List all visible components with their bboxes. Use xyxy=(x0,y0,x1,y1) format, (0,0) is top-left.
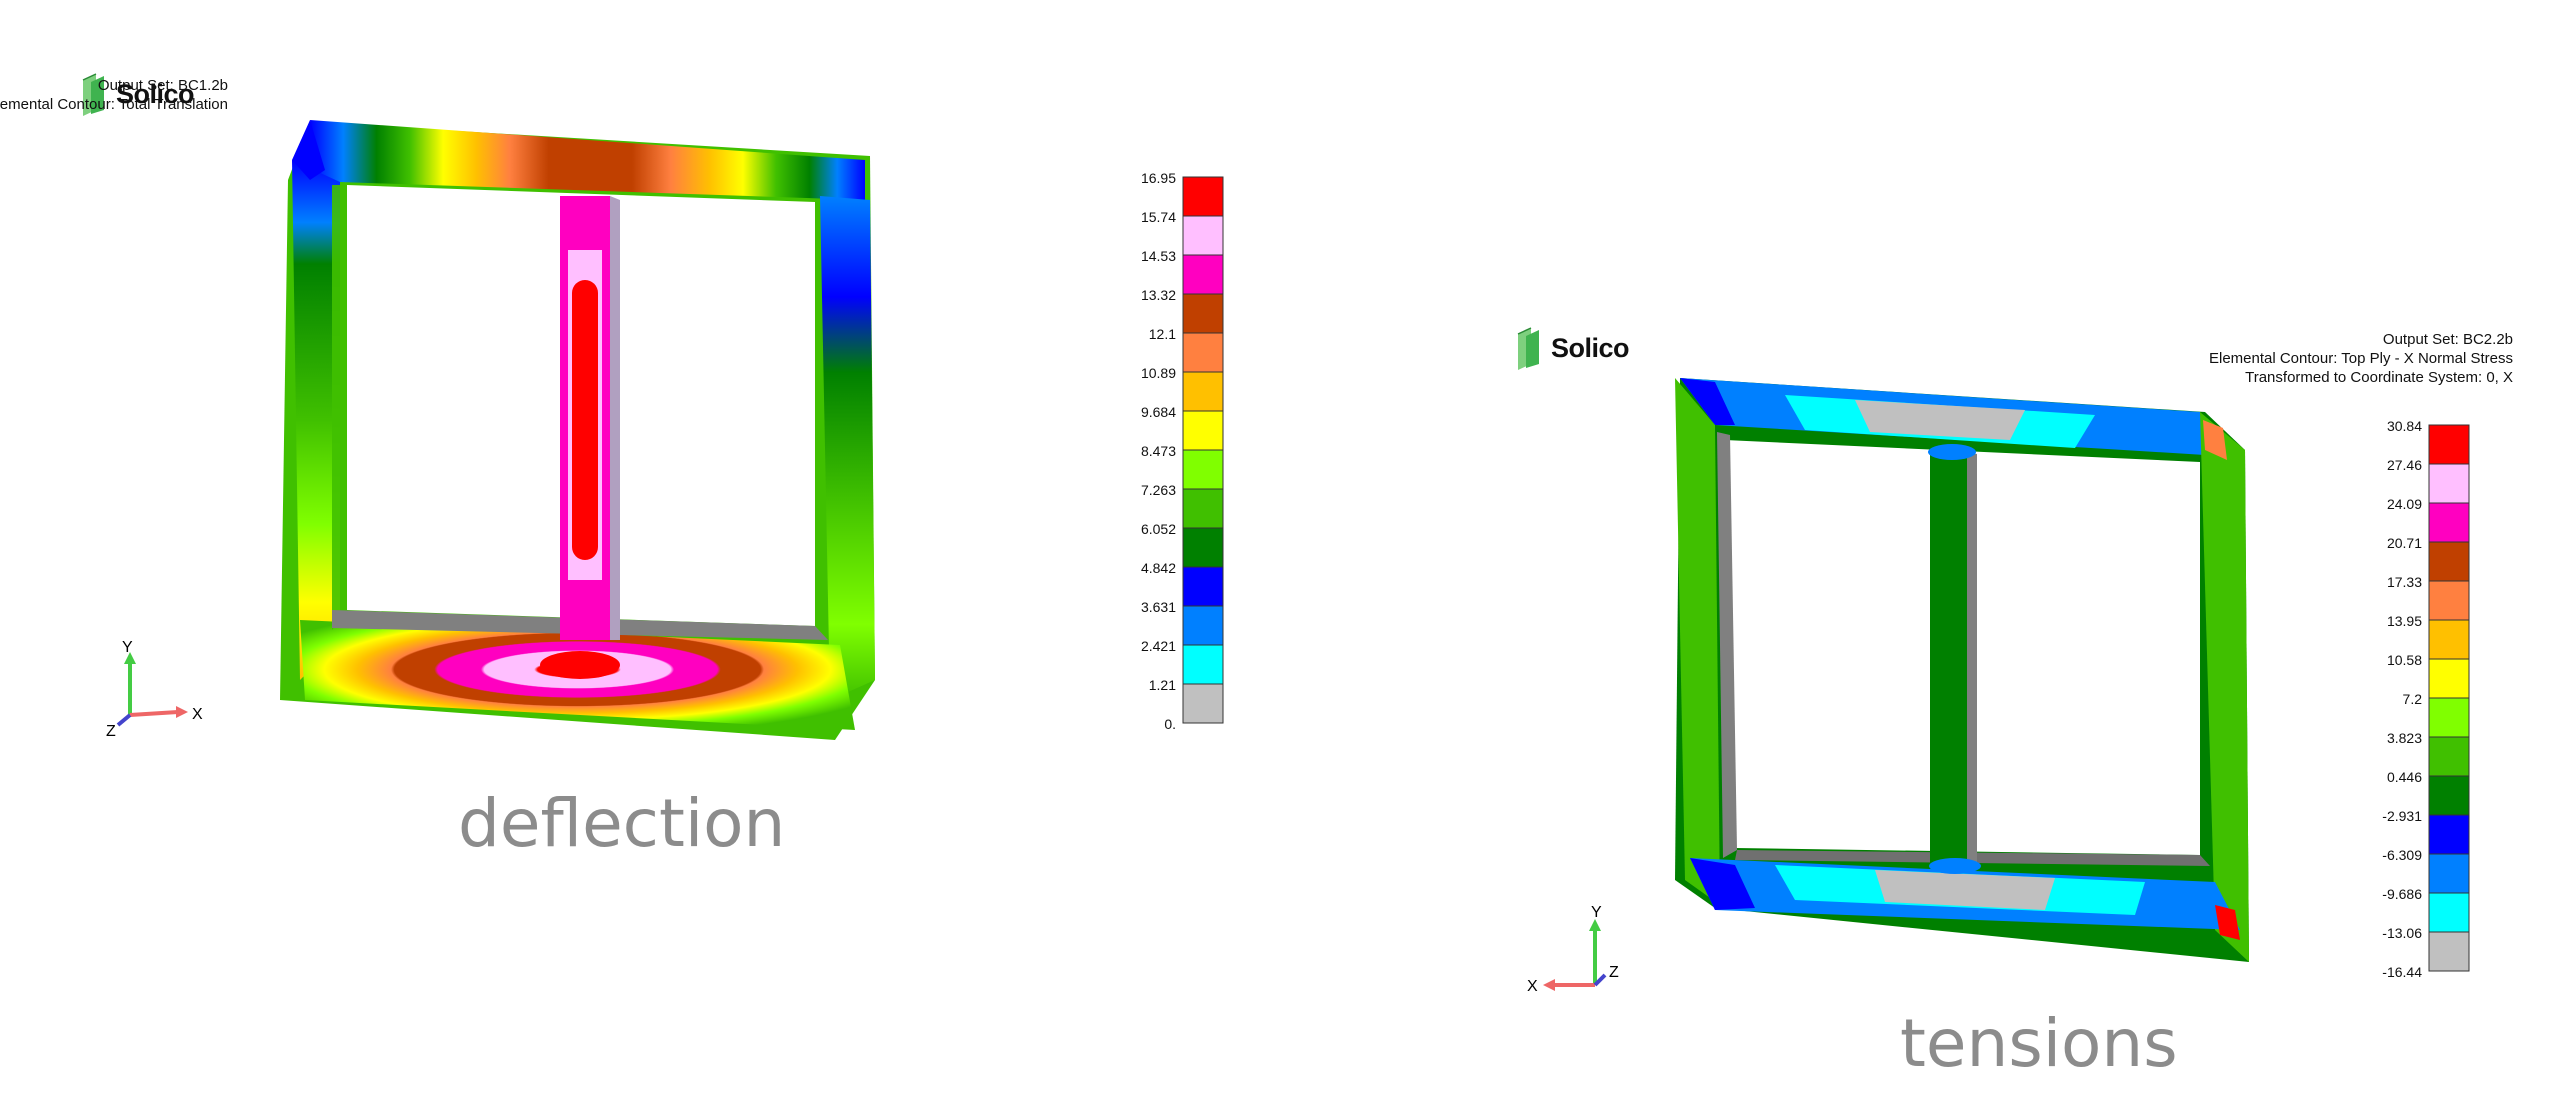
scale-label: -2.931 xyxy=(2382,808,2422,824)
scale-swatch xyxy=(2428,463,2470,504)
scale-swatch xyxy=(2428,814,2470,855)
tensions-model xyxy=(1675,378,2249,962)
tensions-panel: Solico Output Set: BC2.2b Elemental Cont… xyxy=(0,0,2560,1118)
scale-swatch xyxy=(2428,580,2470,621)
scale-swatch xyxy=(2428,931,2470,972)
scale-swatch xyxy=(2428,541,2470,582)
axis-y-label: Y xyxy=(1591,904,1602,921)
scale-label: 10.58 xyxy=(2386,652,2422,668)
scale-label: -9.686 xyxy=(2382,886,2422,902)
solico-logo-text: Solico xyxy=(1551,332,1630,363)
scale-swatch xyxy=(2428,502,2470,543)
scale-swatch xyxy=(2428,658,2470,699)
scale-swatch xyxy=(2428,424,2470,465)
scale-label: 13.95 xyxy=(2386,613,2422,629)
scale-label: 3.823 xyxy=(2386,730,2422,746)
solico-leaf-icon xyxy=(1517,327,1539,370)
axis-triad: Y X Z xyxy=(1527,904,1619,995)
scale-label: 17.33 xyxy=(2386,574,2422,590)
scale-label: 30.84 xyxy=(2386,418,2422,434)
scale-label: 20.71 xyxy=(2386,535,2422,551)
scale-label: 0.446 xyxy=(2386,769,2422,785)
scale-swatch xyxy=(2428,853,2470,894)
axis-x-label: X xyxy=(1527,978,1538,995)
scale-label: -6.309 xyxy=(2382,847,2422,863)
tensions-caption: tensions xyxy=(1900,1005,2178,1082)
axis-z-label: Z xyxy=(1609,964,1619,981)
scale-label: 24.09 xyxy=(2386,496,2422,512)
tensions-color-scale xyxy=(2428,424,2470,972)
output-set-label: Output Set: BC2.2b xyxy=(2382,331,2513,348)
scale-swatch xyxy=(2428,892,2470,933)
scale-label: -16.44 xyxy=(2382,964,2422,980)
scale-swatch xyxy=(2428,736,2470,777)
scale-swatch xyxy=(2428,775,2470,816)
scale-label: -13.06 xyxy=(2382,925,2422,941)
solico-logo: Solico xyxy=(1515,326,1630,370)
tensions-scale-labels: 30.84 27.46 24.09 20.71 17.33 13.95 10.5… xyxy=(2336,418,2422,998)
scale-swatch xyxy=(2428,697,2470,738)
contour-label: Elemental Contour: Top Ply - X Normal St… xyxy=(2208,350,2513,367)
scale-label: 27.46 xyxy=(2386,457,2422,473)
scale-label: 7.2 xyxy=(2402,691,2422,707)
scale-swatch xyxy=(2428,619,2470,660)
